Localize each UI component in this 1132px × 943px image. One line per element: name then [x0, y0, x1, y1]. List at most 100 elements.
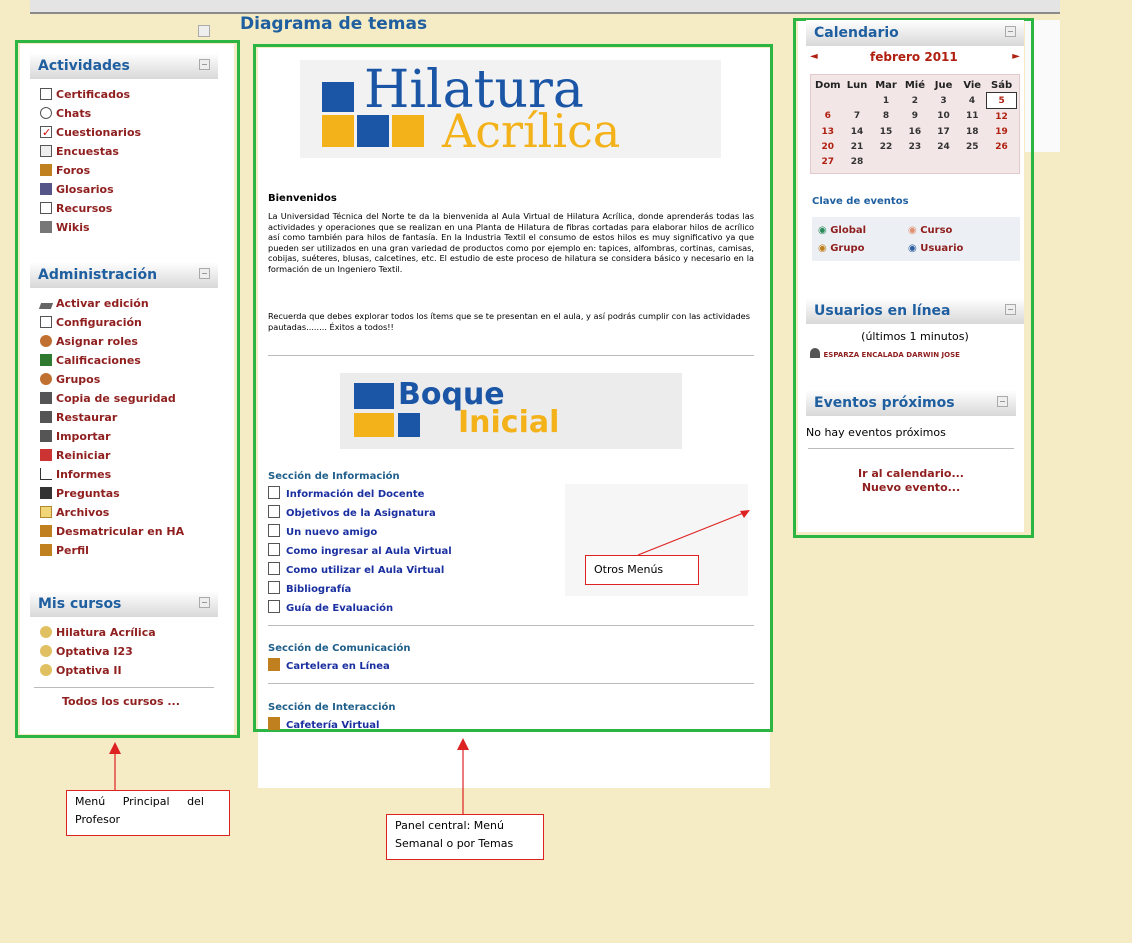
calendar-day[interactable]: 27: [813, 154, 843, 169]
resource-link[interactable]: Un nuevo amigo: [286, 527, 377, 538]
course-item[interactable]: Optativa I23: [40, 642, 218, 661]
course-link[interactable]: Optativa II: [56, 664, 122, 677]
activities-item[interactable]: Cuestionarios: [40, 123, 218, 142]
resource-link[interactable]: Guía de Evaluación: [286, 603, 393, 614]
admin-item[interactable]: Archivos: [40, 503, 218, 522]
resource-row[interactable]: Guía de Evaluación: [268, 598, 452, 617]
minimize-icon[interactable]: [199, 268, 210, 279]
course-link[interactable]: Hilatura Acrílica: [56, 626, 156, 639]
activities-item[interactable]: Recursos: [40, 199, 218, 218]
calendar-day[interactable]: 20: [813, 139, 843, 154]
minimize-icon[interactable]: [997, 396, 1008, 407]
activities-link[interactable]: Certificados: [56, 88, 130, 101]
resource-link[interactable]: Cartelera en Línea: [286, 661, 390, 672]
activities-link[interactable]: Foros: [56, 164, 90, 177]
admin-link[interactable]: Activar edición: [56, 297, 149, 310]
course-item[interactable]: Optativa II: [40, 661, 218, 680]
resource-link[interactable]: Bibliografía: [286, 584, 351, 595]
activities-item[interactable]: Chats: [40, 104, 218, 123]
resource-link[interactable]: Información del Docente: [286, 489, 424, 500]
activities-link[interactable]: Chats: [56, 107, 91, 120]
admin-item[interactable]: Perfil: [40, 541, 218, 560]
activities-item[interactable]: Certificados: [40, 85, 218, 104]
admin-link[interactable]: Grupos: [56, 373, 100, 386]
activities-item[interactable]: Encuestas: [40, 142, 218, 161]
activities-link[interactable]: Recursos: [56, 202, 112, 215]
activities-item[interactable]: Wikis: [40, 218, 218, 237]
calendar-day[interactable]: 15: [872, 124, 901, 139]
calendar-day[interactable]: 7: [843, 109, 872, 125]
online-user[interactable]: ESPARZA ENCALADA DARWIN JOSE: [824, 351, 960, 359]
calendar-day[interactable]: 4: [958, 93, 987, 109]
admin-link[interactable]: Informes: [56, 468, 111, 481]
resource-row[interactable]: Bibliografía: [268, 579, 452, 598]
calendar-day[interactable]: 22: [872, 139, 901, 154]
resource-row[interactable]: Cartelera en Línea: [268, 656, 390, 675]
calendar-day[interactable]: 21: [843, 139, 872, 154]
resource-link[interactable]: Cafetería Virtual: [286, 720, 379, 731]
admin-item[interactable]: Reiniciar: [40, 446, 218, 465]
minimize-icon[interactable]: [199, 597, 210, 608]
resource-row[interactable]: Como ingresar al Aula Virtual: [268, 541, 452, 560]
resource-row[interactable]: Cafetería Virtual: [268, 715, 379, 734]
activities-link[interactable]: Cuestionarios: [56, 126, 141, 139]
calendar-day[interactable]: 12: [987, 109, 1017, 125]
calendar-day[interactable]: 26: [987, 139, 1017, 154]
calendar-day[interactable]: 8: [872, 109, 901, 125]
activities-item[interactable]: Foros: [40, 161, 218, 180]
calendar-day[interactable]: 16: [901, 124, 930, 139]
admin-item[interactable]: Asignar roles: [40, 332, 218, 351]
admin-item[interactable]: Grupos: [40, 370, 218, 389]
calendar-day[interactable]: 14: [843, 124, 872, 139]
calendar-day[interactable]: 24: [929, 139, 957, 154]
admin-link[interactable]: Archivos: [56, 506, 109, 519]
admin-item[interactable]: Desmatricular en HA: [40, 522, 218, 541]
course-item[interactable]: Hilatura Acrílica: [40, 623, 218, 642]
admin-item[interactable]: Restaurar: [40, 408, 218, 427]
calendar-month[interactable]: febrero 2011: [870, 50, 958, 64]
calendar-day[interactable]: 19: [987, 124, 1017, 139]
admin-link[interactable]: Importar: [56, 430, 111, 443]
calendar-day[interactable]: 1: [872, 93, 901, 109]
admin-item[interactable]: Preguntas: [40, 484, 218, 503]
calendar-day[interactable]: 18: [958, 124, 987, 139]
calendar-day[interactable]: 13: [813, 124, 843, 139]
resource-row[interactable]: Un nuevo amigo: [268, 522, 452, 541]
calendar-day[interactable]: 6: [813, 109, 843, 125]
next-month-icon[interactable]: ►: [1012, 51, 1020, 62]
admin-link[interactable]: Copia de seguridad: [56, 392, 176, 405]
prev-month-icon[interactable]: ◄: [810, 51, 818, 62]
admin-link[interactable]: Reiniciar: [56, 449, 110, 462]
key-group[interactable]: Grupo: [830, 243, 864, 254]
key-global[interactable]: Global: [830, 225, 866, 236]
calendar-day[interactable]: 11: [958, 109, 987, 125]
admin-item[interactable]: Importar: [40, 427, 218, 446]
calendar-day[interactable]: 10: [929, 109, 957, 125]
admin-item[interactable]: Informes: [40, 465, 218, 484]
admin-item[interactable]: Calificaciones: [40, 351, 218, 370]
resource-link[interactable]: Objetivos de la Asignatura: [286, 508, 436, 519]
activities-item[interactable]: Glosarios: [40, 180, 218, 199]
minimize-icon[interactable]: [1005, 26, 1016, 37]
go-calendar-link[interactable]: Ir al calendario...: [798, 467, 1024, 480]
minimize-icon[interactable]: [199, 59, 210, 70]
admin-link[interactable]: Preguntas: [56, 487, 120, 500]
admin-item[interactable]: Activar edición: [38, 294, 218, 313]
calendar-day[interactable]: 9: [901, 109, 930, 125]
key-course[interactable]: Curso: [920, 225, 952, 236]
minimize-icon[interactable]: [1005, 304, 1016, 315]
activities-link[interactable]: Wikis: [56, 221, 90, 234]
activities-link[interactable]: Glosarios: [56, 183, 114, 196]
calendar-day[interactable]: 3: [929, 93, 957, 109]
course-link[interactable]: Optativa I23: [56, 645, 133, 658]
calendar-day[interactable]: 5: [986, 92, 1017, 109]
calendar-day[interactable]: 17: [929, 124, 957, 139]
admin-link[interactable]: Restaurar: [56, 411, 117, 424]
calendar-day[interactable]: 25: [958, 139, 987, 154]
admin-link[interactable]: Desmatricular en HA: [56, 525, 184, 538]
admin-item[interactable]: Copia de seguridad: [40, 389, 218, 408]
admin-link[interactable]: Calificaciones: [56, 354, 141, 367]
resource-row[interactable]: Objetivos de la Asignatura: [268, 503, 452, 522]
admin-item[interactable]: Configuración: [40, 313, 218, 332]
resource-row[interactable]: Como utilizar el Aula Virtual: [268, 560, 452, 579]
